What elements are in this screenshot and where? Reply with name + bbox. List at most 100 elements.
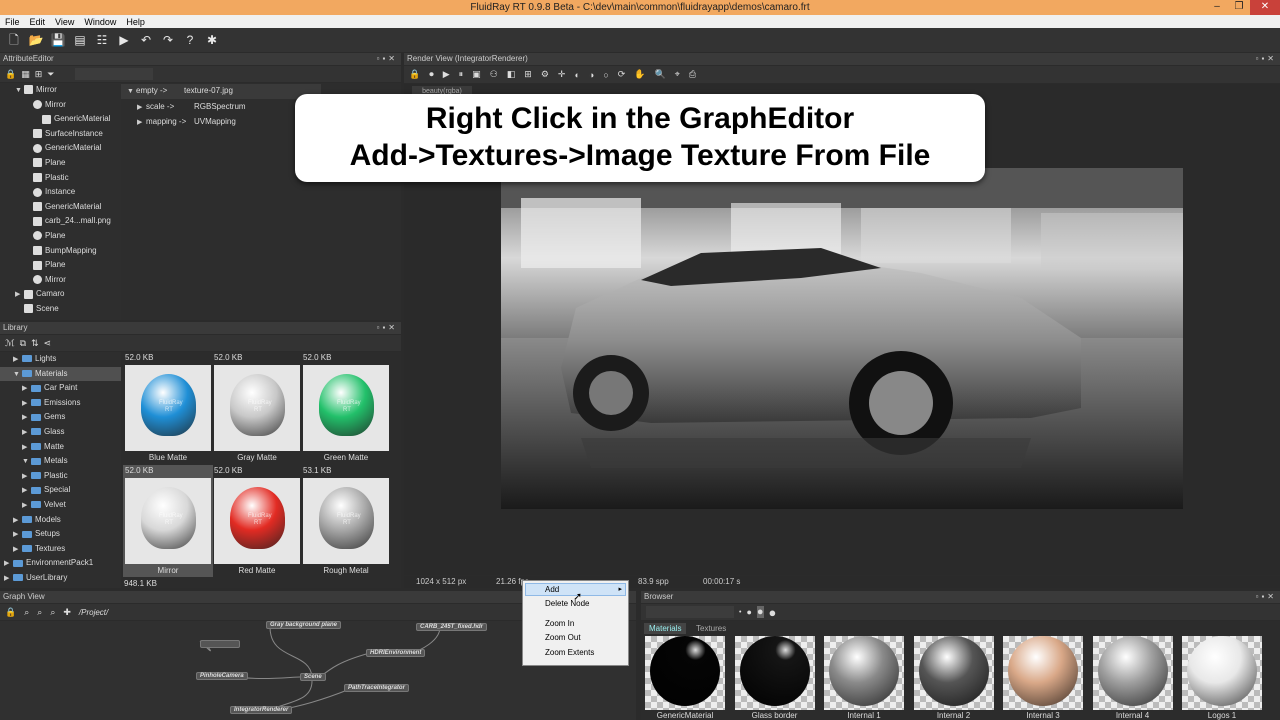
- lock-icon[interactable]: 🔒: [409, 69, 420, 80]
- property-row[interactable]: ▶ mapping -> UVMapping: [121, 115, 321, 130]
- browser-tab-textures[interactable]: Textures: [693, 623, 729, 634]
- material-thumbnail[interactable]: FluidRay RT: [303, 365, 389, 451]
- minimize-button[interactable]: –: [1206, 0, 1228, 15]
- browser-material-item[interactable]: Internal 1: [824, 636, 904, 720]
- expand-arrow-icon[interactable]: ▶: [22, 411, 31, 426]
- tree-item[interactable]: Mirror: [0, 273, 66, 288]
- circle-icon[interactable]: ○: [603, 70, 608, 80]
- menu-item-delete-node[interactable]: Delete Node: [545, 599, 589, 608]
- region-icon[interactable]: ◧: [507, 69, 516, 80]
- focus-icon[interactable]: ✛: [558, 69, 566, 80]
- camera-icon[interactable]: ⏺: [429, 69, 434, 80]
- library-sort-icon[interactable]: ⇅: [31, 338, 39, 349]
- expand-arrow-icon[interactable]: ▶: [137, 116, 146, 131]
- menu-item-zoom-extents[interactable]: Zoom Extents: [545, 648, 594, 657]
- menu-edit[interactable]: Edit: [30, 17, 46, 27]
- add-node-icon[interactable]: ✚: [63, 607, 71, 618]
- tree-icon[interactable]: ☷: [94, 32, 110, 48]
- close-button[interactable]: ✕: [1250, 0, 1280, 15]
- lock-icon[interactable]: 🔒: [5, 607, 16, 618]
- restore-button[interactable]: ❐: [1228, 0, 1250, 15]
- tree-item[interactable]: GenericMaterial: [0, 112, 110, 127]
- size-medium-icon[interactable]: ●: [746, 607, 751, 617]
- tree-item[interactable]: ▼ Mirror: [0, 83, 57, 98]
- library-tool-icon[interactable]: ℳ: [5, 338, 15, 349]
- grid-icon[interactable]: ⊞: [524, 69, 532, 80]
- snapshot-icon[interactable]: ▣: [472, 69, 481, 80]
- browser-material-item[interactable]: Internal 3: [1003, 636, 1083, 720]
- size-xlarge-icon[interactable]: ●: [769, 605, 777, 620]
- expand-arrow-icon[interactable]: ▶: [13, 528, 22, 543]
- browser-search-input[interactable]: [646, 606, 734, 618]
- menu-item-zoom-in[interactable]: Zoom In: [545, 619, 574, 628]
- expand-arrow-icon[interactable]: ▶: [137, 101, 146, 116]
- network-icon[interactable]: ⚙: [541, 69, 549, 80]
- expand-arrow-icon[interactable]: ▶: [15, 288, 24, 303]
- material-thumbnail[interactable]: FluidRay RT: [303, 478, 389, 564]
- library-tree-item[interactable]: ▼ Materials: [0, 366, 121, 383]
- library-tree-item[interactable]: ▶ Plastic: [0, 469, 121, 484]
- zoom-fit-icon[interactable]: ⌕: [24, 607, 29, 618]
- open-folder-icon[interactable]: 📂: [28, 32, 44, 48]
- expand-arrow-icon[interactable]: ▶: [13, 353, 22, 368]
- expand-arrow-icon[interactable]: ▶: [22, 426, 31, 441]
- graph-node[interactable]: Gray background plane: [266, 621, 342, 629]
- property-row[interactable]: ▶ scale -> RGBSpectrum: [121, 100, 321, 115]
- material-thumbnail[interactable]: FluidRay RT: [214, 365, 300, 451]
- rotate-icon[interactable]: ⟳: [618, 69, 626, 80]
- undo-icon[interactable]: ↶: [138, 32, 154, 48]
- browser-material-item[interactable]: Glass border: [734, 636, 815, 720]
- bug-icon[interactable]: ✱: [204, 32, 220, 48]
- browser-material-item[interactable]: Internal 2: [913, 636, 994, 720]
- material-thumbnail[interactable]: FluidRay RT: [125, 478, 211, 564]
- menu-help[interactable]: Help: [126, 17, 145, 27]
- library-tree-item[interactable]: ▶ EnvironmentPack1: [0, 556, 121, 571]
- library-tree-item[interactable]: ▶ Emissions: [0, 396, 121, 411]
- tree-item[interactable]: SurfaceInstance: [0, 127, 103, 142]
- lock-icon[interactable]: 🔒: [5, 69, 16, 80]
- library-share-icon[interactable]: ⋖: [44, 338, 52, 349]
- tree-item[interactable]: Plane: [0, 229, 65, 244]
- panel-controls-icon[interactable]: ▫▪✕: [1256, 591, 1277, 603]
- library-tree-item[interactable]: ▶ Lights: [0, 352, 121, 367]
- browser-material-item[interactable]: GenericMaterial: [645, 636, 725, 720]
- property-row[interactable]: ▼ empty -> texture-07.jpg: [121, 84, 321, 99]
- library-tree-item[interactable]: ▶ Setups: [0, 527, 121, 542]
- library-tree-item[interactable]: ▼ Metals: [0, 454, 121, 469]
- tree-item[interactable]: Plane: [0, 258, 65, 273]
- filter-icon[interactable]: ⏷: [47, 69, 54, 80]
- render-play-icon[interactable]: ▶: [116, 32, 132, 48]
- expand-arrow-icon[interactable]: ▼: [13, 368, 22, 383]
- tree-item[interactable]: GenericMaterial: [0, 141, 101, 156]
- expand-arrow-icon[interactable]: ▶: [4, 557, 13, 572]
- attribute-search-input[interactable]: [75, 68, 153, 80]
- zoom-out-icon[interactable]: ⌕: [50, 607, 55, 618]
- alpha-icon[interactable]: ◑: [589, 70, 594, 80]
- material-thumbnail[interactable]: FluidRay RT: [214, 478, 300, 564]
- expand-arrow-icon[interactable]: ▶: [22, 484, 31, 499]
- zoom-icon[interactable]: 🔍: [655, 69, 666, 80]
- panel-controls-icon[interactable]: ▫▪✕: [377, 53, 398, 65]
- expand-arrow-icon[interactable]: ▶: [4, 572, 13, 587]
- menu-item-zoom-out[interactable]: Zoom Out: [545, 633, 581, 642]
- tree-item[interactable]: Instance: [0, 185, 75, 200]
- tree-item[interactable]: BumpMapping: [0, 244, 97, 259]
- tree-item[interactable]: Plastic: [0, 171, 69, 186]
- library-tree-item[interactable]: ▶ Textures: [0, 542, 121, 557]
- tree-item[interactable]: Scene: [0, 302, 59, 317]
- material-thumbnail[interactable]: FluidRay RT: [125, 365, 211, 451]
- help-icon[interactable]: ?: [182, 32, 198, 48]
- library-tree-item[interactable]: ▶ Car Paint: [0, 381, 121, 396]
- hierarchy-icon[interactable]: ⊞: [35, 69, 43, 80]
- pick-icon[interactable]: ⌖: [675, 69, 680, 80]
- menu-view[interactable]: View: [55, 17, 74, 27]
- expand-arrow-icon[interactable]: ▼: [15, 84, 24, 99]
- pause-icon[interactable]: ⏸: [459, 69, 464, 80]
- size-small-icon[interactable]: •: [739, 609, 741, 616]
- expand-arrow-icon[interactable]: ▶: [13, 514, 22, 529]
- save-icon[interactable]: 💾: [50, 32, 66, 48]
- library-tree-item[interactable]: ▶ Gems: [0, 410, 121, 425]
- library-tree-item[interactable]: ▶ UserLibrary: [0, 571, 121, 586]
- tree-item[interactable]: Mirror: [0, 98, 66, 113]
- library-tree-item[interactable]: ▶ Matte: [0, 440, 121, 455]
